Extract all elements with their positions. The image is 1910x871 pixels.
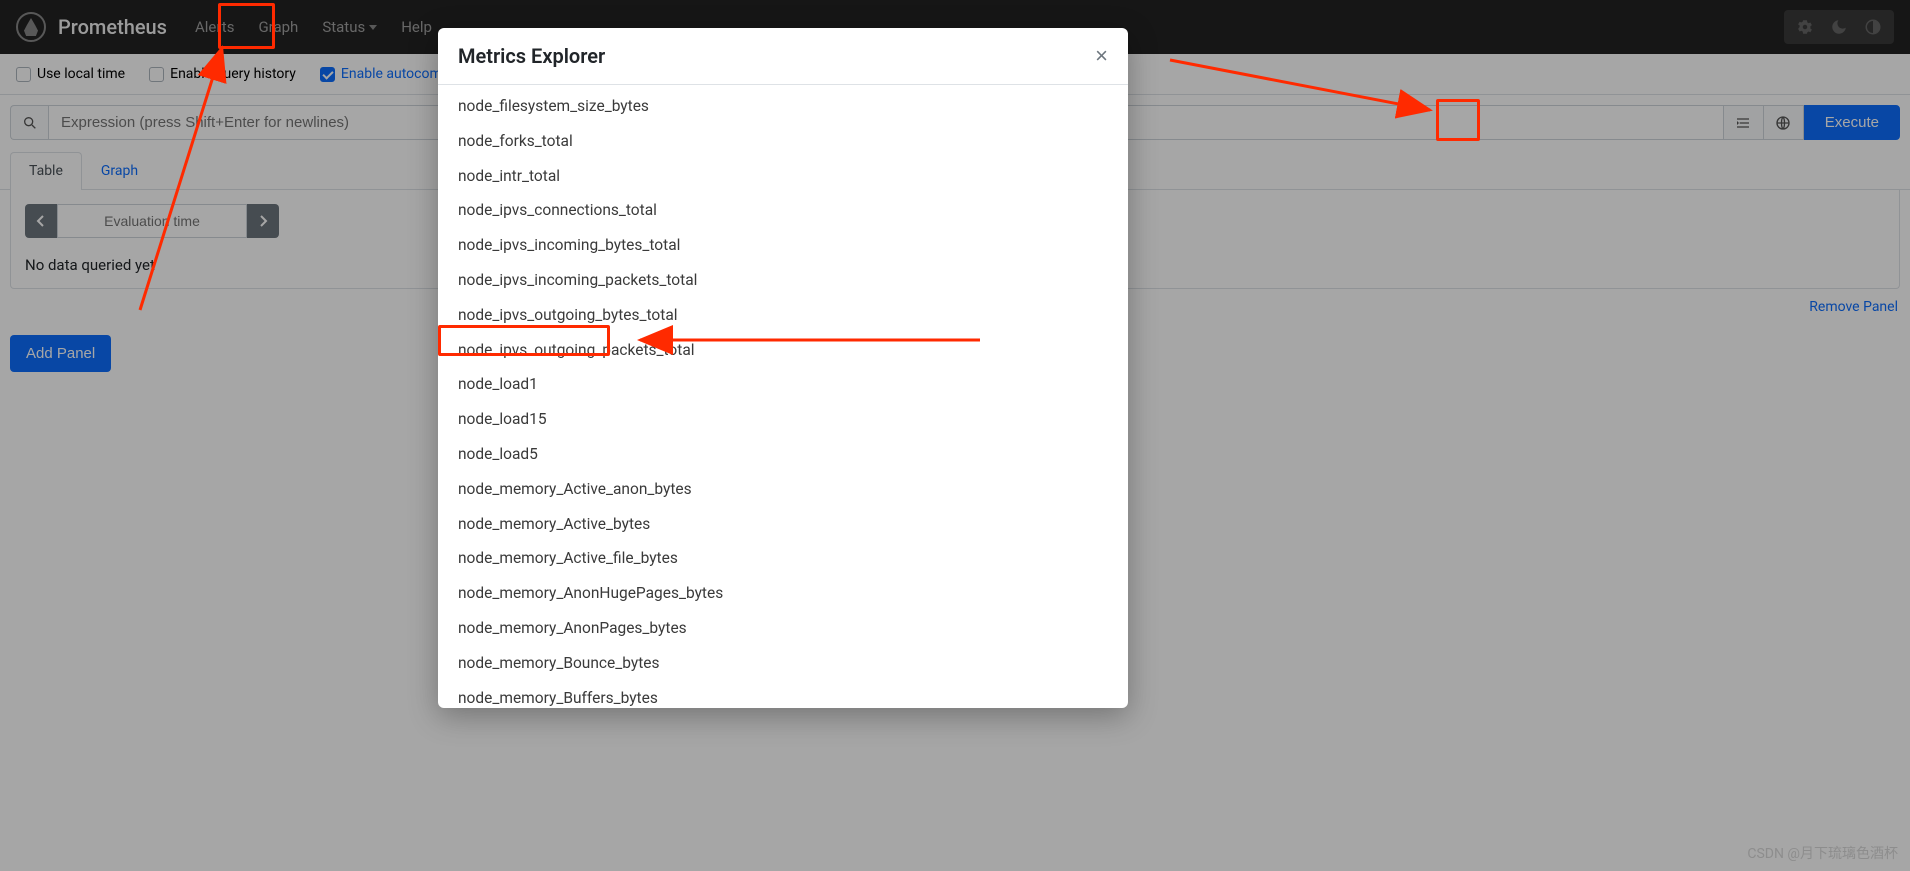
- metric-item[interactable]: node_memory_Active_bytes: [438, 507, 1128, 542]
- metric-item[interactable]: node_ipvs_outgoing_bytes_total: [438, 298, 1128, 333]
- metric-item[interactable]: node_memory_Buffers_bytes: [438, 681, 1128, 708]
- metric-item[interactable]: node_memory_Active_file_bytes: [438, 541, 1128, 576]
- metric-item[interactable]: node_ipvs_incoming_bytes_total: [438, 228, 1128, 263]
- metric-item[interactable]: node_memory_Active_anon_bytes: [438, 472, 1128, 507]
- metric-item[interactable]: node_memory_AnonPages_bytes: [438, 611, 1128, 646]
- metric-item[interactable]: node_load5: [438, 437, 1128, 472]
- metric-item[interactable]: node_memory_AnonHugePages_bytes: [438, 576, 1128, 611]
- metrics-explorer-modal: Metrics Explorer × node_filesystem_size_…: [438, 28, 1128, 708]
- metric-item[interactable]: node_memory_Bounce_bytes: [438, 646, 1128, 681]
- metric-item[interactable]: node_ipvs_incoming_packets_total: [438, 263, 1128, 298]
- metric-item[interactable]: node_load15: [438, 402, 1128, 437]
- metric-item[interactable]: node_load1: [438, 367, 1128, 402]
- modal-close-button[interactable]: ×: [1095, 45, 1108, 67]
- metric-item[interactable]: node_filesystem_size_bytes: [438, 89, 1128, 124]
- metric-item[interactable]: node_intr_total: [438, 159, 1128, 194]
- modal-header: Metrics Explorer ×: [438, 28, 1128, 85]
- metrics-list[interactable]: node_filesystem_size_bytesnode_forks_tot…: [438, 85, 1128, 708]
- metric-item[interactable]: node_forks_total: [438, 124, 1128, 159]
- metric-item[interactable]: node_ipvs_outgoing_packets_total: [438, 333, 1128, 368]
- watermark: CSDN @月下琉璃色酒杯: [1747, 843, 1898, 863]
- close-icon: ×: [1095, 43, 1108, 68]
- modal-title: Metrics Explorer: [458, 44, 605, 68]
- metric-item[interactable]: node_ipvs_connections_total: [438, 193, 1128, 228]
